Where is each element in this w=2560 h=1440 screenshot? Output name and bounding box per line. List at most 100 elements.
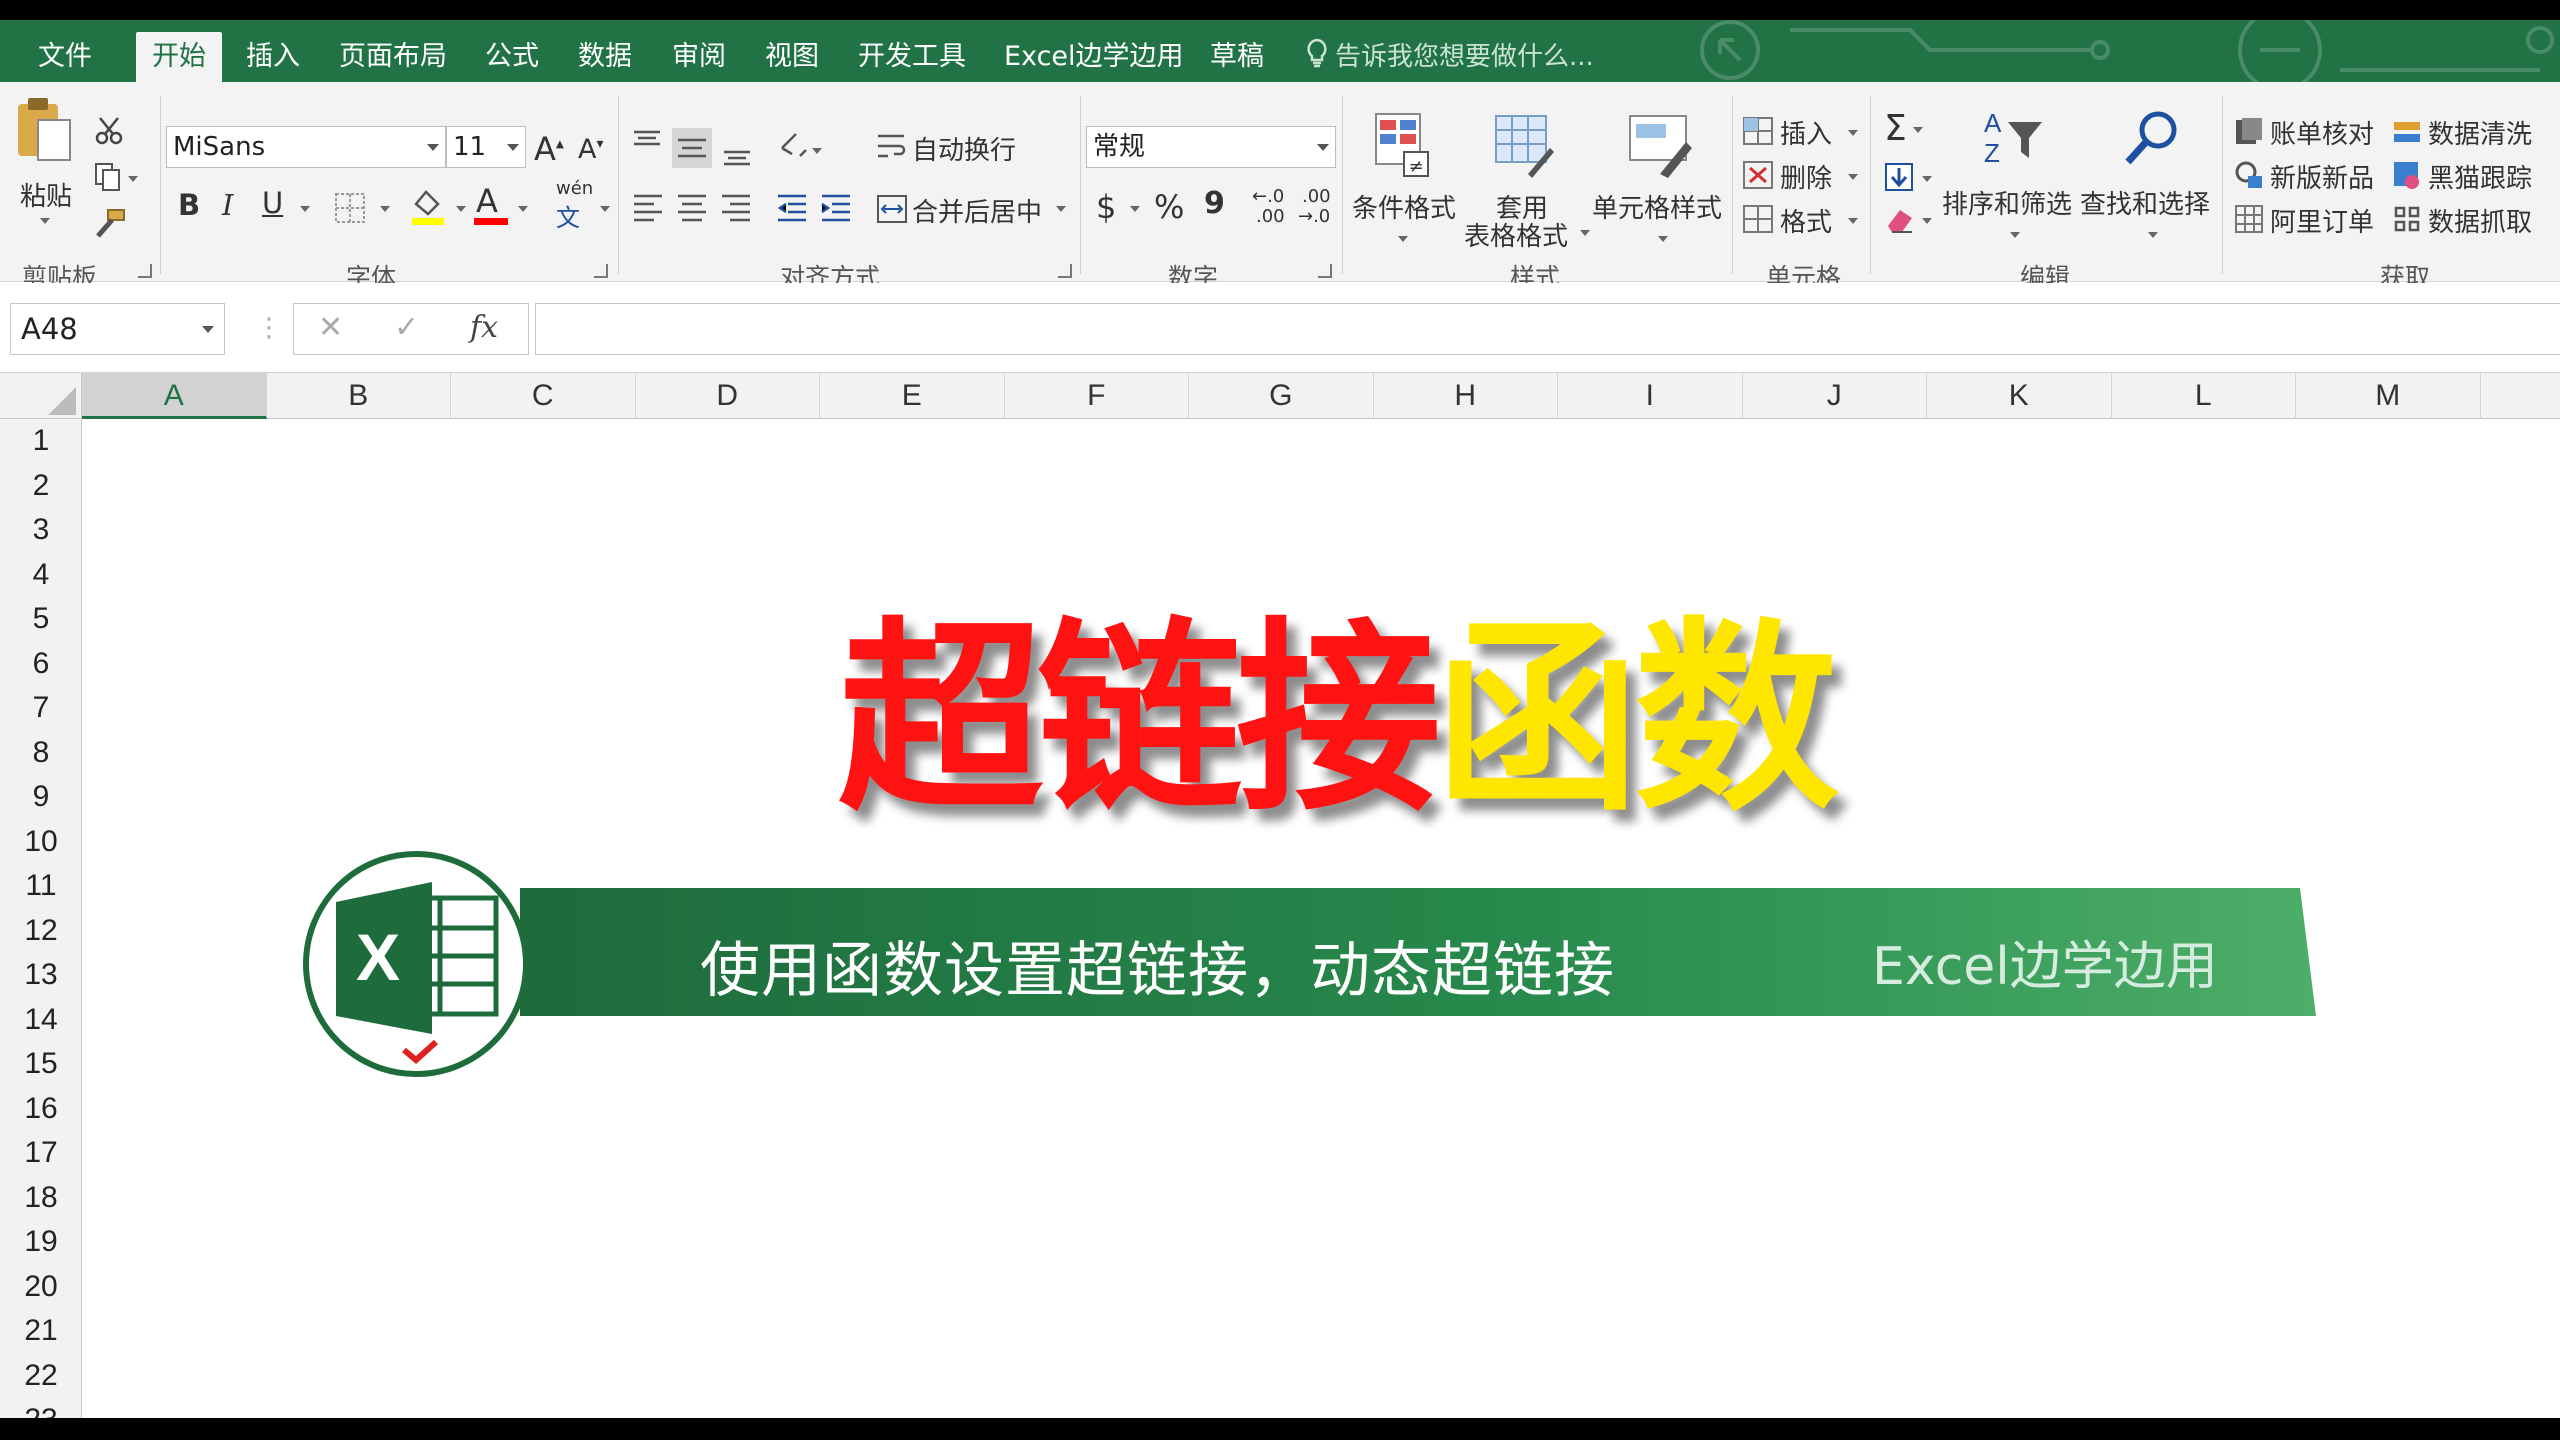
copy-icon[interactable]	[94, 162, 138, 192]
font-color-button[interactable]: A	[474, 182, 508, 226]
cancel-formula-icon[interactable]: ✕	[318, 310, 343, 345]
row-header[interactable]: 2	[0, 464, 82, 509]
enter-formula-icon[interactable]: ✓	[394, 310, 419, 345]
italic-button[interactable]: I	[222, 188, 233, 222]
wrap-text-button[interactable]: 自动换行	[912, 130, 1016, 167]
currency-button[interactable]: $	[1096, 188, 1116, 226]
font-size-select[interactable]: 11	[446, 126, 526, 168]
row-header[interactable]: 13	[0, 953, 82, 998]
find-select-button[interactable]: 查找和选择	[2080, 106, 2220, 256]
font-launcher-icon[interactable]	[594, 264, 608, 278]
row-header[interactable]: 21	[0, 1309, 82, 1354]
row-header[interactable]: 8	[0, 731, 82, 776]
font-name-select[interactable]: MiSans	[166, 126, 446, 168]
tab-formulas[interactable]: 公式	[485, 20, 539, 82]
currency-dropdown-icon[interactable]	[1130, 206, 1140, 212]
tab-view[interactable]: 视图	[765, 20, 819, 82]
format-painter-icon[interactable]	[94, 208, 128, 238]
conditional-format-button[interactable]: ≠ 条件格式	[1350, 112, 1460, 252]
row-header[interactable]: 1	[0, 419, 82, 464]
insert-dropdown-icon[interactable]	[1848, 130, 1858, 136]
alignment-launcher-icon[interactable]	[1058, 264, 1072, 278]
column-header-e[interactable]: E	[820, 373, 1005, 419]
column-header-k[interactable]: K	[1927, 373, 2112, 419]
number-format-select[interactable]: 常规	[1086, 126, 1336, 168]
insert-cells-button[interactable]: 插入	[1780, 114, 1832, 151]
format-cells-button[interactable]: 格式	[1780, 202, 1832, 239]
get-item-bill-check[interactable]: 账单核对	[2270, 114, 2374, 151]
tab-draft[interactable]: 草稿	[1210, 20, 1264, 82]
bold-button[interactable]: B	[178, 188, 200, 222]
column-header-d[interactable]: D	[636, 373, 820, 419]
row-header[interactable]: 6	[0, 642, 82, 687]
tab-review[interactable]: 审阅	[672, 20, 726, 82]
row-header[interactable]: 7	[0, 686, 82, 731]
borders-dropdown-icon[interactable]	[380, 206, 390, 212]
row-header[interactable]: 5	[0, 597, 82, 642]
phonetic-dropdown-icon[interactable]	[600, 206, 610, 212]
column-header-g[interactable]: G	[1189, 373, 1374, 419]
row-header[interactable]: 10	[0, 820, 82, 865]
number-launcher-icon[interactable]	[1318, 264, 1332, 278]
fill-color-icon[interactable]	[410, 186, 446, 226]
comma-button[interactable]: 9	[1204, 186, 1225, 221]
row-header[interactable]: 20	[0, 1265, 82, 1310]
delete-cells-button[interactable]: 删除	[1780, 158, 1832, 195]
column-header-b[interactable]: B	[267, 373, 451, 419]
row-header[interactable]: 17	[0, 1131, 82, 1176]
column-header-i[interactable]: I	[1558, 373, 1743, 419]
get-item-data-scrape[interactable]: 数据抓取	[2428, 202, 2532, 239]
percent-button[interactable]: %	[1154, 188, 1184, 226]
sort-filter-button[interactable]: A Z 排序和筛选	[1942, 106, 2082, 256]
tell-me-search[interactable]: 告诉我您想要做什么...	[1305, 20, 1594, 82]
merge-dropdown-icon[interactable]	[1056, 206, 1066, 212]
column-header-f[interactable]: F	[1005, 373, 1189, 419]
paste-button[interactable]: 粘贴	[14, 96, 76, 224]
column-header-l[interactable]: L	[2112, 373, 2296, 419]
get-item-black-cat-track[interactable]: 黑猫跟踪	[2428, 158, 2532, 195]
font-color-dropdown-icon[interactable]	[518, 206, 528, 212]
select-all-corner[interactable]	[0, 373, 82, 419]
tab-page-layout[interactable]: 页面布局	[339, 20, 447, 82]
row-header[interactable]: 11	[0, 864, 82, 909]
tab-insert[interactable]: 插入	[246, 20, 300, 82]
underline-dropdown-icon[interactable]	[300, 206, 310, 212]
clear-icon[interactable]	[1884, 204, 1934, 234]
autosum-button[interactable]: Σ	[1884, 108, 1923, 149]
clipboard-launcher-icon[interactable]	[138, 264, 152, 278]
row-header[interactable]: 16	[0, 1087, 82, 1132]
tab-home[interactable]: 开始	[136, 32, 222, 82]
format-as-table-button[interactable]: 套用 表格格式	[1458, 112, 1590, 252]
decrease-decimal-button[interactable]: .00 →.0	[1298, 186, 1338, 230]
tab-excel-learn[interactable]: Excel边学边用	[1004, 20, 1184, 82]
column-header-h[interactable]: H	[1374, 373, 1558, 419]
row-header[interactable]: 19	[0, 1220, 82, 1265]
column-header-a[interactable]: A	[82, 373, 267, 419]
shrink-font-button[interactable]: A▾	[578, 134, 604, 165]
tab-file[interactable]: 文件	[38, 20, 92, 82]
fill-down-icon[interactable]	[1884, 162, 1934, 192]
column-header-j[interactable]: J	[1743, 373, 1927, 419]
row-header[interactable]: 18	[0, 1176, 82, 1221]
row-header[interactable]: 22	[0, 1354, 82, 1399]
get-item-ali-order[interactable]: 阿里订单	[2270, 202, 2374, 239]
get-item-new-product[interactable]: 新版新品	[2270, 158, 2374, 195]
row-header[interactable]: 14	[0, 998, 82, 1043]
name-box[interactable]: A48	[10, 303, 225, 355]
tab-developer[interactable]: 开发工具	[858, 20, 966, 82]
borders-icon[interactable]	[334, 192, 368, 224]
cut-icon[interactable]	[94, 116, 124, 146]
insert-function-icon[interactable]: fx	[470, 310, 498, 345]
delete-dropdown-icon[interactable]	[1848, 174, 1858, 180]
grow-font-button[interactable]: A▴	[534, 130, 564, 168]
row-header[interactable]: 23	[0, 1398, 82, 1418]
column-header-m[interactable]: M	[2296, 373, 2481, 419]
phonetic-button[interactable]: wén 文	[552, 178, 593, 232]
row-header[interactable]: 12	[0, 909, 82, 954]
tab-data[interactable]: 数据	[578, 20, 632, 82]
row-header[interactable]: 9	[0, 775, 82, 820]
merge-center-button[interactable]: 合并后居中	[912, 192, 1042, 229]
row-header[interactable]: 3	[0, 508, 82, 553]
row-header[interactable]: 15	[0, 1042, 82, 1087]
cell-styles-button[interactable]: 单元格样式	[1590, 112, 1730, 252]
